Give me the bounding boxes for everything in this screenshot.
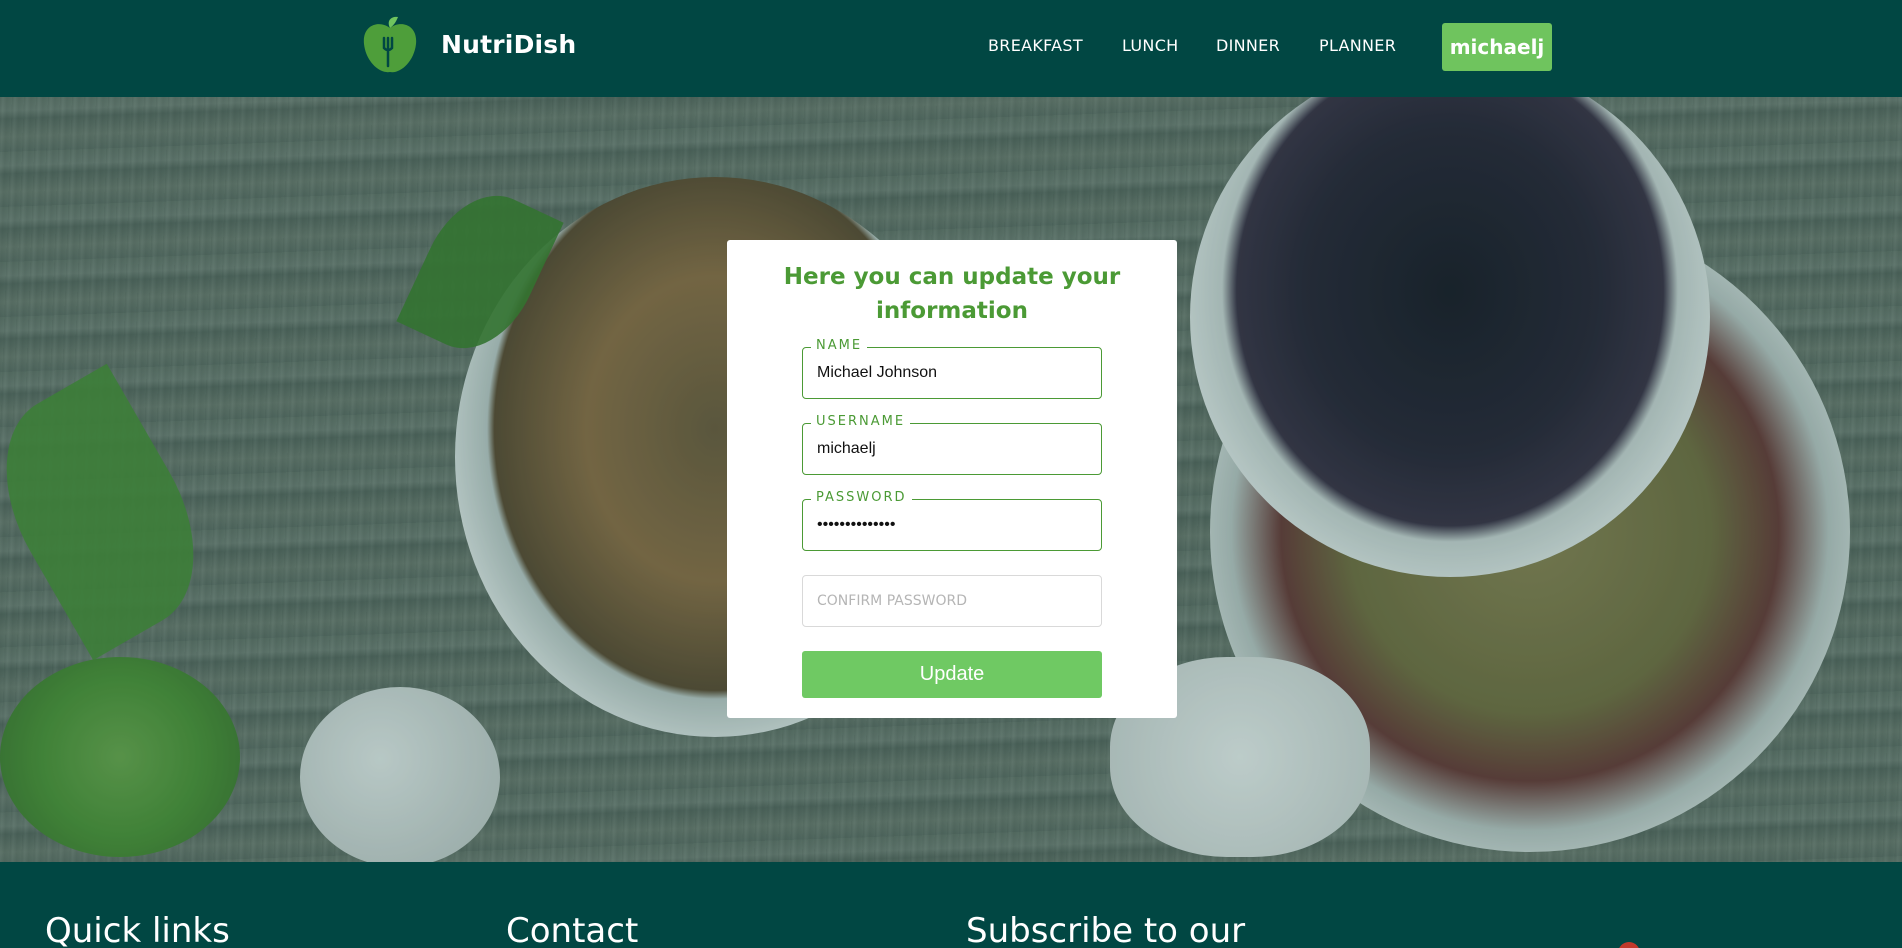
update-info-card: Here you can update your information NAM… (727, 240, 1177, 718)
confirm-password-input[interactable] (817, 576, 1087, 626)
password-input[interactable] (817, 500, 1087, 550)
confirm-password-field[interactable] (802, 575, 1102, 627)
nav-item-breakfast[interactable]: BREAKFAST (988, 36, 1083, 55)
form-title: Here you can update your information (783, 264, 1121, 324)
footer-heading-quick-links: Quick links (45, 911, 230, 948)
username-input[interactable] (817, 424, 1087, 474)
brand-name[interactable]: NutriDish (441, 30, 576, 59)
name-field[interactable]: NAME (802, 338, 1102, 399)
site-footer: Quick links Contact Subscribe to our (0, 862, 1902, 948)
footer-heading-contact: Contact (506, 911, 639, 948)
nav-item-planner[interactable]: PLANNER (1319, 36, 1396, 55)
social-icon[interactable] (1618, 942, 1640, 948)
password-field[interactable]: PASSWORD (802, 490, 1102, 551)
user-account-button[interactable]: michaelj (1442, 23, 1552, 71)
name-input[interactable] (817, 348, 1087, 398)
footer-heading-subscribe: Subscribe to our (966, 911, 1246, 948)
nav-item-lunch[interactable]: LUNCH (1122, 36, 1179, 55)
username-field[interactable]: USERNAME (802, 414, 1102, 475)
apple-fork-icon[interactable] (358, 14, 422, 78)
nav-item-dinner[interactable]: DINNER (1216, 36, 1280, 55)
site-header: NutriDish BREAKFAST LUNCH DINNER PLANNER… (0, 0, 1902, 97)
update-button[interactable]: Update (802, 651, 1102, 698)
